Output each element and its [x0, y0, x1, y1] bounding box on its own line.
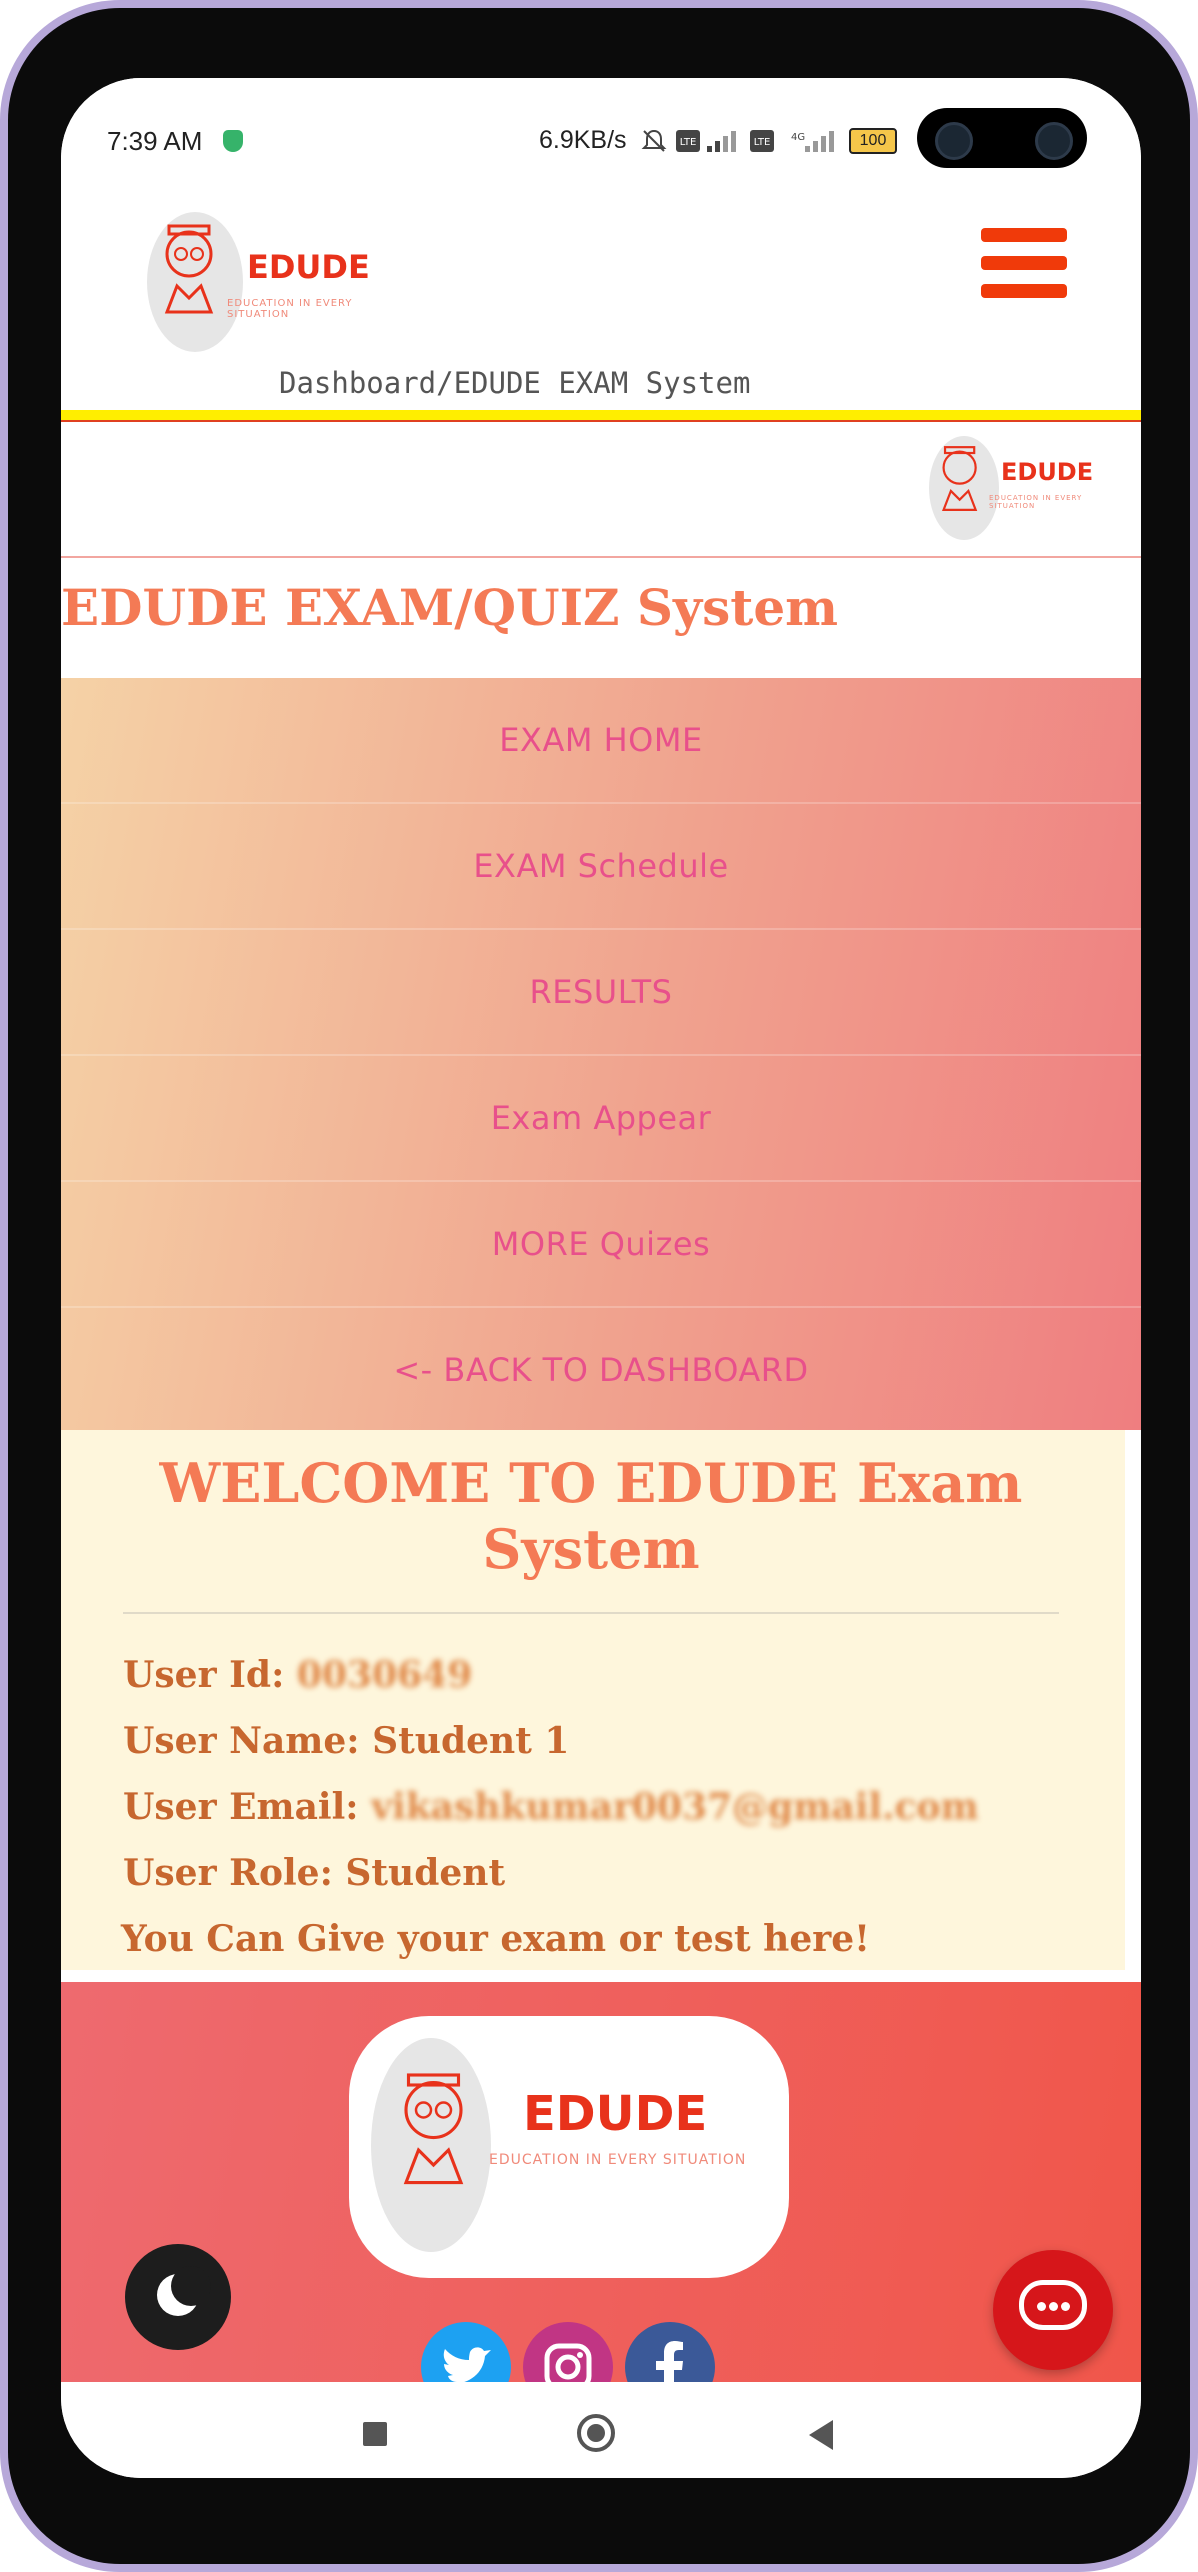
- header-logo[interactable]: EDUDE EDUCATION IN EVERY SITUATION: [147, 208, 407, 358]
- footer-mascot-icon: [371, 2038, 491, 2252]
- header-divider: [61, 410, 1141, 422]
- menu-item-exam-home[interactable]: EXAM HOME: [61, 678, 1141, 804]
- menu-item-exam-appear[interactable]: Exam Appear: [61, 1056, 1141, 1182]
- user-name-label: User Name:: [123, 1720, 360, 1762]
- phone-bezel: 7:39 AM 6.9KB/s LTE LTE 4G 100 EDUDE EDU…: [8, 8, 1190, 2564]
- chat-dot: [1049, 2302, 1058, 2311]
- recents-icon[interactable]: [363, 2422, 387, 2446]
- front-camera-icon: [935, 122, 973, 160]
- back-icon[interactable]: [809, 2420, 833, 2450]
- svg-text:LTE: LTE: [754, 137, 771, 148]
- footer-logo[interactable]: EDUDE EDUCATION IN EVERY SITUATION: [349, 2016, 789, 2278]
- logo-strip: EDUDE EDUCATION IN EVERY SITUATION: [61, 422, 1141, 558]
- svg-text:4G: 4G: [791, 132, 805, 143]
- status-time: 7:39 AM: [107, 126, 203, 156]
- user-email-row: User Email: vikashkumar0037@gmail.com: [123, 1786, 979, 1828]
- welcome-title: WELCOME TO EDUDE Exam System: [159, 1451, 1023, 1581]
- menu-hamburger-icon[interactable]: [981, 228, 1067, 300]
- battery-icon: 100: [849, 128, 897, 154]
- volte-signal-icon: LTE: [676, 130, 736, 152]
- small-mascot-icon: [929, 436, 999, 540]
- small-logo[interactable]: EDUDE EDUCATION IN EVERY SITUATION: [929, 436, 1129, 546]
- svg-text:LTE: LTE: [680, 137, 697, 148]
- home-icon[interactable]: [577, 2414, 615, 2452]
- security-shield-icon: [223, 130, 243, 152]
- exam-note: You Can Give your exam or test here!: [121, 1918, 870, 1960]
- small-logo-title: EDUDE: [1001, 458, 1094, 486]
- menu-item-exam-schedule[interactable]: EXAM Schedule: [61, 804, 1141, 930]
- user-id-row: User Id: 0030649: [123, 1654, 472, 1696]
- site-header: EDUDE EDUCATION IN EVERY SITUATION Dashb…: [61, 178, 1141, 408]
- user-email-label: User Email:: [123, 1786, 359, 1828]
- chat-button[interactable]: [993, 2250, 1113, 2370]
- exam-menu: EXAM HOME EXAM Schedule RESULTS Exam App…: [61, 678, 1141, 1430]
- mascot-icon: [147, 212, 243, 352]
- user-email-value: vikashkumar0037@gmail.com: [371, 1786, 979, 1828]
- network-rate: 6.9KB/s: [539, 126, 627, 154]
- menu-item-results[interactable]: RESULTS: [61, 930, 1141, 1056]
- menu-item-back-to-dashboard[interactable]: <- BACK TO DASHBOARD: [61, 1308, 1141, 1432]
- user-role-value: Student: [345, 1852, 506, 1894]
- user-id-label: User Id:: [123, 1654, 285, 1696]
- user-name-value: Student 1: [372, 1720, 570, 1762]
- user-id-value: 0030649: [296, 1654, 473, 1696]
- chat-dot: [1061, 2302, 1070, 2311]
- moon-icon-cut: [171, 2266, 211, 2306]
- welcome-divider: [123, 1612, 1059, 1614]
- volte-signal-2-icon: LTE 4G: [750, 130, 834, 152]
- status-bar: 7:39 AM 6.9KB/s LTE LTE 4G 100: [61, 78, 1141, 178]
- logo-title: EDUDE: [247, 248, 370, 286]
- navigation-bar: [61, 2382, 1141, 2478]
- mute-icon: [641, 129, 667, 152]
- page-title: EDUDE EXAM/QUIZ System: [61, 578, 839, 637]
- footer-logo-title: EDUDE: [523, 2086, 708, 2142]
- small-logo-tagline: EDUCATION IN EVERY SITUATION: [989, 494, 1083, 510]
- user-role-row: User Role: Student: [123, 1852, 505, 1894]
- user-role-label: User Role:: [123, 1852, 333, 1894]
- menu-item-more-quizes[interactable]: MORE Quizes: [61, 1182, 1141, 1308]
- phone-frame: 7:39 AM 6.9KB/s LTE LTE 4G 100 EDUDE EDU…: [0, 0, 1198, 2572]
- front-camera-2-icon: [1035, 122, 1073, 160]
- logo-tagline: EDUCATION IN EVERY SITUATION: [227, 298, 353, 320]
- chat-dot: [1037, 2302, 1046, 2311]
- screen: 7:39 AM 6.9KB/s LTE LTE 4G 100 EDUDE EDU…: [61, 78, 1141, 2478]
- dark-mode-toggle[interactable]: [125, 2244, 231, 2350]
- footer-logo-tagline: EDUCATION IN EVERY SITUATION: [489, 2152, 747, 2168]
- user-name-row: User Name: Student 1: [123, 1720, 569, 1762]
- welcome-card: WELCOME TO EDUDE Exam System User Id: 00…: [61, 1430, 1125, 1970]
- signal-icons: LTE LTE 4G: [641, 128, 881, 156]
- breadcrumb: Dashboard/EDUDE EXAM System: [279, 366, 751, 400]
- camera-cutout: [917, 108, 1087, 168]
